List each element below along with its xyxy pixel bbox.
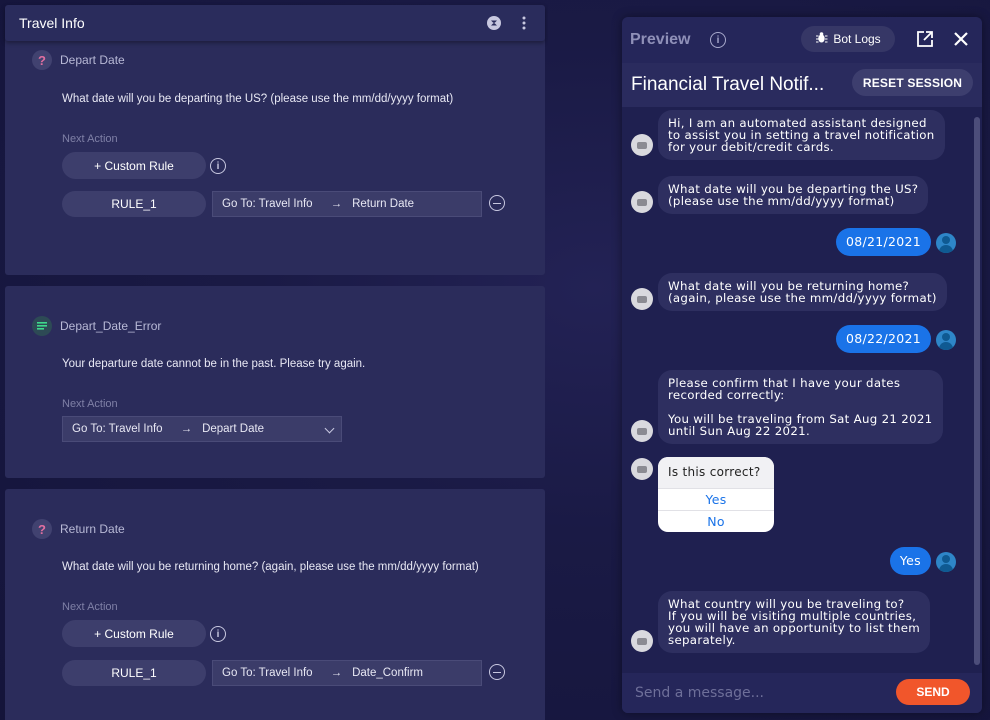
bot-name: Financial Travel Notif... bbox=[631, 74, 825, 95]
next-action-select[interactable]: Go To: Travel Info → Depart Date bbox=[62, 416, 342, 442]
info-icon[interactable]: i bbox=[210, 158, 226, 174]
node-card-depart-date[interactable]: ? Depart Date What date will you be depa… bbox=[5, 20, 545, 275]
rule-pill[interactable]: RULE_1 bbox=[62, 660, 206, 686]
preview-header: Preview i Bot Logs bbox=[622, 17, 982, 63]
goto-target: Return Date bbox=[352, 198, 415, 210]
info-icon[interactable]: i bbox=[710, 32, 726, 48]
bot-avatar bbox=[631, 420, 653, 442]
preview-panel: Preview i Bot Logs Financial Travel Noti… bbox=[622, 17, 982, 713]
user-message: 08/22/2021 bbox=[835, 325, 931, 353]
collapse-icon[interactable] bbox=[487, 16, 501, 30]
node-header: ? Return Date bbox=[32, 519, 125, 539]
next-action-label: Next Action bbox=[62, 601, 118, 613]
next-action-label: Next Action bbox=[62, 398, 118, 410]
user-message: Yes bbox=[889, 547, 931, 575]
user-message: 08/21/2021 bbox=[835, 228, 931, 256]
reset-session-button[interactable]: RESET SESSION bbox=[852, 69, 973, 96]
bot-message: What date will you be returning home? (a… bbox=[658, 273, 947, 311]
expand-icon[interactable] bbox=[916, 30, 934, 48]
user-avatar bbox=[936, 330, 956, 350]
bot-avatar bbox=[631, 288, 653, 310]
quick-reply-question: Is this correct? bbox=[658, 457, 774, 488]
bot-avatar bbox=[631, 458, 653, 480]
rule-pill[interactable]: RULE_1 bbox=[62, 191, 206, 217]
node-name: Depart_Date_Error bbox=[60, 319, 162, 333]
bot-logs-button[interactable]: Bot Logs bbox=[801, 26, 895, 52]
goto-field[interactable]: Go To: Travel Info → Return Date bbox=[212, 191, 482, 217]
node-card-depart-date-error[interactable]: Depart_Date_Error Your departure date ca… bbox=[5, 286, 545, 478]
bot-avatar bbox=[631, 630, 653, 652]
bot-message: Hi, I am an automated assistant designed… bbox=[658, 110, 945, 160]
chat-transcript[interactable]: Hi, I am an automated assistant designed… bbox=[622, 107, 982, 673]
node-prompt: What date will you be returning home? (a… bbox=[62, 561, 479, 573]
session-bar: Financial Travel Notif... RESET SESSION bbox=[622, 63, 982, 107]
message-icon bbox=[32, 316, 52, 336]
quick-reply-yes[interactable]: Yes bbox=[658, 488, 774, 510]
goto-target: Depart Date bbox=[202, 423, 265, 435]
bot-message: What country will you be traveling to? I… bbox=[658, 591, 931, 653]
more-options-icon[interactable] bbox=[517, 16, 531, 30]
bot-logs-label: Bot Logs bbox=[833, 32, 881, 46]
chat-scrollbar[interactable] bbox=[974, 117, 980, 665]
user-avatar bbox=[936, 552, 956, 572]
arrow-right-icon: → bbox=[180, 423, 193, 435]
bot-avatar bbox=[631, 191, 653, 213]
remove-rule-icon[interactable] bbox=[489, 195, 505, 211]
node-name: Return Date bbox=[60, 522, 125, 536]
question-icon: ? bbox=[32, 50, 52, 70]
quick-reply-card: Is this correct? Yes No bbox=[658, 457, 774, 532]
custom-rule-button[interactable]: + Custom Rule bbox=[62, 152, 206, 179]
flow-builder: Travel Info ? Depart Date What date will… bbox=[0, 0, 548, 720]
bot-message: What date will you be departing the US? … bbox=[658, 176, 929, 214]
node-header: ? Depart Date bbox=[32, 50, 125, 70]
preview-title: Preview bbox=[630, 31, 691, 48]
node-card-return-date[interactable]: ? Return Date What date will you be retu… bbox=[5, 489, 545, 720]
goto-prefix: Go To: Travel Info bbox=[72, 423, 163, 435]
send-button[interactable]: SEND bbox=[896, 679, 970, 705]
flow-topbar: Travel Info bbox=[5, 5, 545, 41]
goto-target: Date_Confirm bbox=[352, 667, 424, 679]
custom-rule-button[interactable]: + Custom Rule bbox=[62, 620, 206, 647]
info-icon[interactable]: i bbox=[210, 626, 226, 642]
user-avatar bbox=[936, 233, 956, 253]
bot-message: Please confirm that I have your dates re… bbox=[658, 370, 943, 444]
close-icon[interactable] bbox=[952, 30, 970, 48]
arrow-right-icon: → bbox=[330, 667, 343, 679]
remove-rule-icon[interactable] bbox=[489, 664, 505, 680]
bot-avatar bbox=[631, 134, 653, 156]
message-input[interactable] bbox=[635, 682, 875, 704]
flow-title: Travel Info bbox=[19, 15, 85, 31]
goto-prefix: Go To: Travel Info bbox=[222, 667, 313, 679]
quick-reply-no[interactable]: No bbox=[658, 510, 774, 532]
question-icon: ? bbox=[32, 519, 52, 539]
node-header: Depart_Date_Error bbox=[32, 316, 161, 336]
message-composer: SEND bbox=[622, 673, 982, 713]
node-name: Depart Date bbox=[60, 53, 125, 67]
goto-field[interactable]: Go To: Travel Info → Date_Confirm bbox=[212, 660, 482, 686]
arrow-right-icon: → bbox=[330, 198, 343, 210]
node-prompt: Your departure date cannot be in the pas… bbox=[62, 358, 366, 370]
goto-prefix: Go To: Travel Info bbox=[222, 198, 313, 210]
chevron-down-icon bbox=[324, 423, 335, 434]
bug-icon bbox=[815, 31, 828, 47]
next-action-label: Next Action bbox=[62, 133, 118, 145]
node-prompt: What date will you be departing the US? … bbox=[62, 93, 454, 105]
